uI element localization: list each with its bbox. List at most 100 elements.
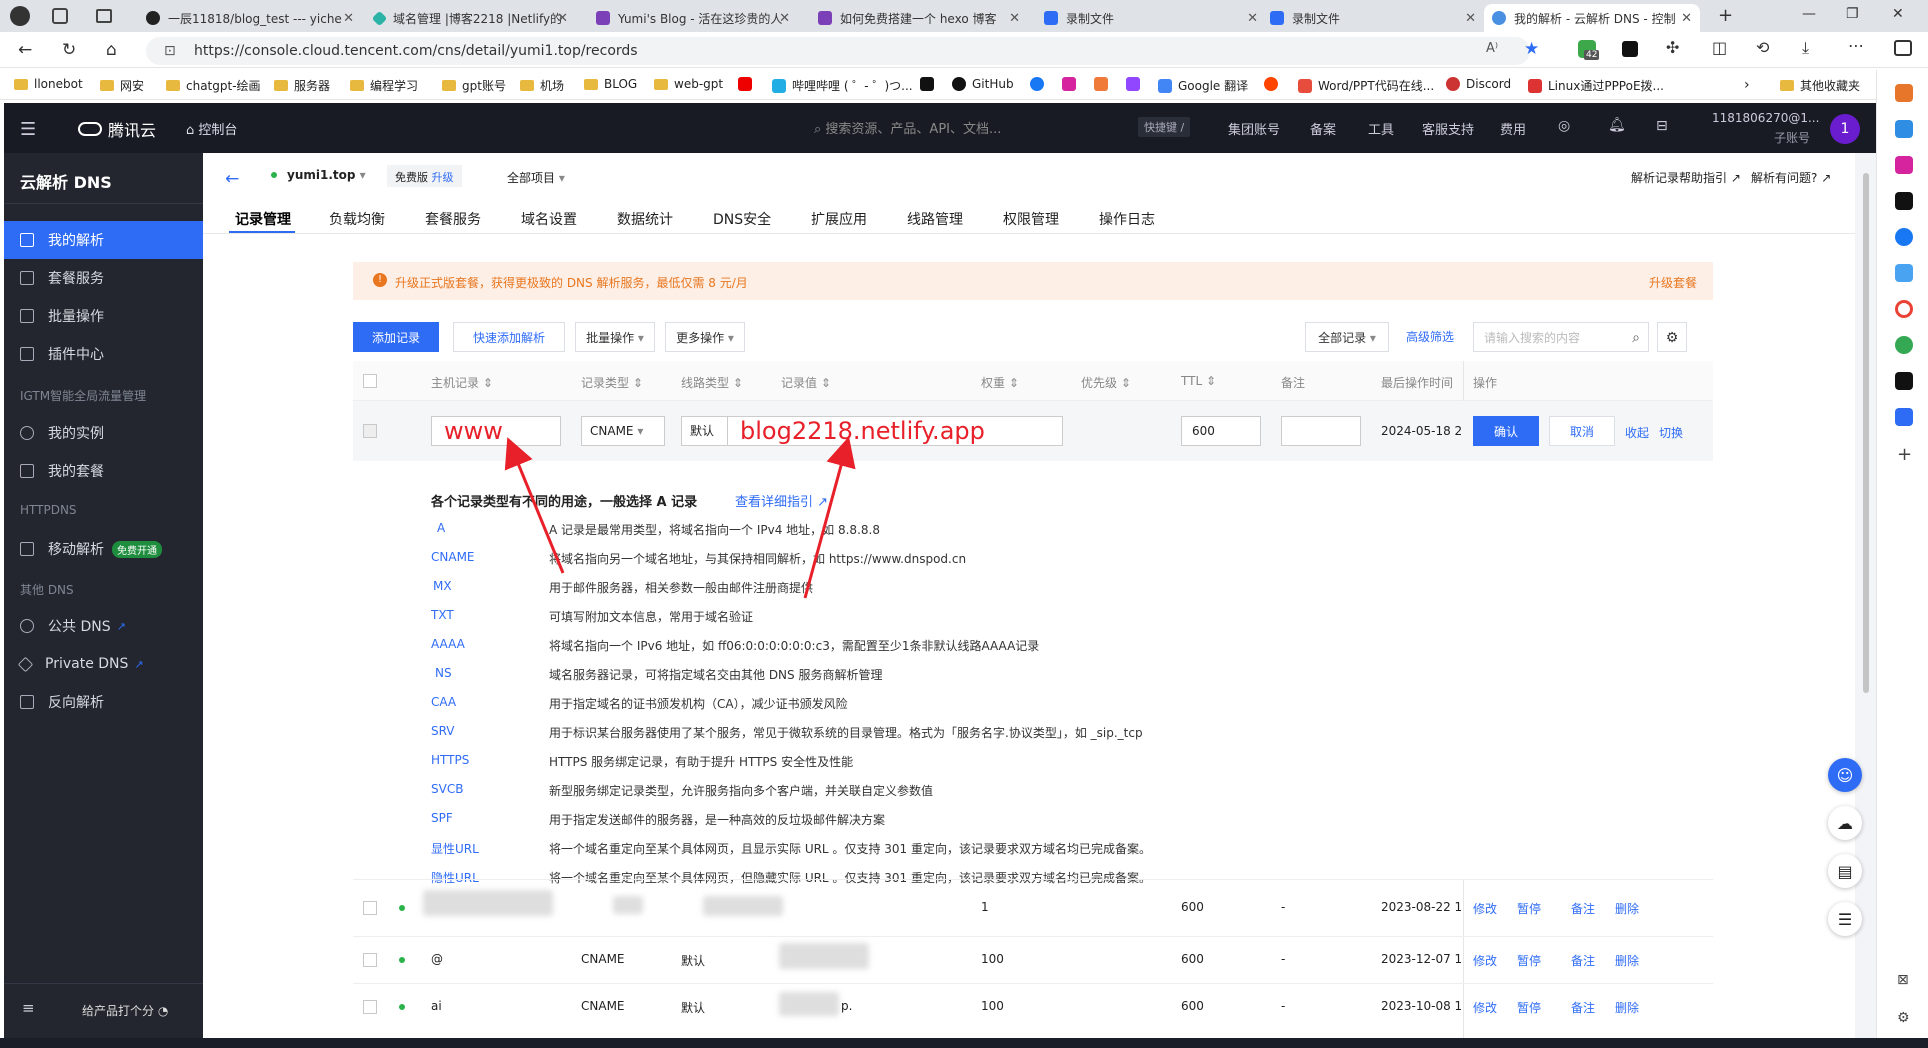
bookmark-bilibili[interactable]: 哔哩哔哩 ( ゜- ゜)つ... xyxy=(772,77,913,94)
browser-tab[interactable]: 录制文件 ✕ xyxy=(1036,4,1266,32)
sidebar-item-my-packages[interactable]: 我的套餐 xyxy=(4,452,203,490)
bookmark-discord[interactable]: Discord xyxy=(1446,77,1511,91)
sidebar-toggle-icon[interactable] xyxy=(1894,40,1912,56)
close-icon[interactable]: ✕ xyxy=(779,11,790,26)
google-icon[interactable] xyxy=(1895,300,1913,318)
account-id[interactable]: 1181806270@1... xyxy=(1712,111,1819,125)
extensions-icon[interactable]: ✣ xyxy=(1666,38,1679,57)
bookmark-x[interactable] xyxy=(920,77,940,91)
browser-profile-icon[interactable] xyxy=(10,6,30,26)
restore-icon[interactable]: ❐ xyxy=(1846,6,1859,22)
reload-icon[interactable]: ↻ xyxy=(62,40,76,60)
bookmark-folder[interactable]: chatgpt-绘画 xyxy=(166,77,261,94)
minimize-icon[interactable]: — xyxy=(1802,6,1816,22)
sidebar-item-packages[interactable]: 套餐服务 xyxy=(4,259,203,297)
hide-sidebar-icon[interactable]: ⊠ xyxy=(1897,972,1909,988)
bookmark-folder[interactable]: 编程学习 xyxy=(350,77,418,94)
workspaces-icon[interactable] xyxy=(52,8,68,24)
feedback-link[interactable]: 给产品打个分 ◔ xyxy=(82,1002,168,1019)
sidebar-item-mobile-dns[interactable]: 移动解析 免费开通 xyxy=(4,530,203,568)
bell-icon[interactable]: 🔔︎ xyxy=(1608,117,1626,133)
brand-logo[interactable]: 腾讯云 xyxy=(78,117,156,141)
bookmark-folder-other[interactable]: 其他收藏夹 xyxy=(1780,77,1860,94)
history-icon[interactable]: ⟲ xyxy=(1756,38,1769,57)
sidebar-item-instances[interactable]: 我的实例 xyxy=(4,414,203,452)
browser-tab[interactable]: Yumi's Blog - 活在这珍贵的人 ✕ xyxy=(588,4,798,32)
bookmark-google-translate[interactable]: Google 翻译 xyxy=(1158,77,1248,94)
console-link[interactable]: ⌂ 控制台 xyxy=(186,119,237,138)
nav-billing[interactable]: 费用 xyxy=(1500,119,1526,138)
pause-link[interactable]: 暂停 xyxy=(1517,952,1541,969)
telegram-icon[interactable] xyxy=(1895,120,1913,138)
tiktok-icon[interactable] xyxy=(1895,192,1913,210)
bookmark-folder[interactable]: web-gpt xyxy=(654,77,723,91)
avatar[interactable]: 1 xyxy=(1830,114,1860,144)
close-icon[interactable]: ✕ xyxy=(1681,11,1692,26)
briefcase-icon[interactable] xyxy=(1895,84,1913,102)
bookmark-facebook[interactable] xyxy=(1030,77,1050,91)
window-close-icon[interactable]: ✕ xyxy=(1892,6,1904,22)
bookmark-twitch[interactable] xyxy=(1126,77,1146,91)
close-icon[interactable]: ✕ xyxy=(1465,11,1476,26)
nav-beian[interactable]: 备案 xyxy=(1310,119,1336,138)
translate-icon[interactable] xyxy=(1895,408,1913,426)
favorite-star-icon[interactable]: ★ xyxy=(1524,39,1539,59)
docs-book-icon[interactable]: ▤ xyxy=(1828,854,1862,888)
close-icon[interactable]: ✕ xyxy=(1009,11,1020,26)
sidebar-settings-icon[interactable]: ⚙ xyxy=(1897,1010,1910,1026)
extension-icon[interactable] xyxy=(1622,41,1638,57)
sidebar-item-private-dns[interactable]: Private DNS ↗ xyxy=(4,645,203,683)
row-checkbox[interactable] xyxy=(363,1000,377,1014)
browser-tab[interactable]: 如何免费搭建一个 hexo 博客 ✕ xyxy=(810,4,1028,32)
sidebar-item-reverse-dns[interactable]: 反向解析 xyxy=(4,683,203,721)
cloud-assistant-icon[interactable]: ☁ xyxy=(1828,806,1862,840)
bookmark-folder[interactable]: 服务器 xyxy=(274,77,330,94)
note-link[interactable]: 备注 xyxy=(1571,900,1595,917)
tab-actions-icon[interactable] xyxy=(96,9,112,23)
instagram-icon[interactable] xyxy=(1895,156,1913,174)
row-checkbox[interactable] xyxy=(363,901,377,915)
bookmark-site[interactable] xyxy=(1094,77,1114,91)
note-link[interactable]: 备注 xyxy=(1571,999,1595,1016)
chat-support-icon[interactable]: ☺ xyxy=(1828,758,1862,792)
split-screen-icon[interactable]: ◫ xyxy=(1712,38,1727,57)
back-icon[interactable]: ← xyxy=(18,40,32,60)
close-icon[interactable]: ✕ xyxy=(557,11,568,26)
new-tab-icon[interactable]: + xyxy=(1718,5,1733,26)
cloud-drive-icon[interactable] xyxy=(1895,264,1913,282)
bookmark-folder[interactable]: gpt账号 xyxy=(442,77,506,94)
delete-link[interactable]: 删除 xyxy=(1615,952,1639,969)
menu-icon[interactable]: ☰ xyxy=(20,119,36,140)
briefcase-icon[interactable]: ⊟ xyxy=(1656,118,1668,134)
read-aloud-icon[interactable]: A⁾ xyxy=(1486,41,1498,56)
bookmark-word-ppt[interactable]: Word/PPT代码在线... xyxy=(1298,77,1434,94)
bookmark-folder[interactable]: 网安 xyxy=(100,77,144,94)
note-link[interactable]: 备注 xyxy=(1571,952,1595,969)
site-info-icon[interactable]: ⊡ xyxy=(164,37,176,65)
bookmark-folder[interactable]: 机场 xyxy=(520,77,564,94)
nav-tools[interactable]: 工具 xyxy=(1368,119,1394,138)
header-search[interactable]: ⌕ 搜索资源、产品、API、文档... xyxy=(814,118,1001,137)
bookmark-reddit[interactable] xyxy=(1264,77,1284,91)
bookmark-linux[interactable]: Linux通过PPPoE拨... xyxy=(1528,77,1664,94)
delete-link[interactable]: 删除 xyxy=(1615,999,1639,1016)
browser-tab[interactable]: 一辰11818/blog_test --- yiche ✕ xyxy=(138,4,362,32)
row-checkbox[interactable] xyxy=(363,953,377,967)
extension-icon[interactable]: 42 xyxy=(1578,40,1600,60)
edit-link[interactable]: 修改 xyxy=(1473,999,1497,1016)
browser-tab-active[interactable]: 我的解析 - 云解析 DNS - 控制 ✕ xyxy=(1484,4,1700,32)
nav-group-account[interactable]: 集团账号 xyxy=(1228,119,1280,138)
pause-link[interactable]: 暂停 xyxy=(1517,900,1541,917)
edit-link[interactable]: 修改 xyxy=(1473,952,1497,969)
browser-tab[interactable]: 域名管理 |博客2218 |Netlify的 ✕ xyxy=(366,4,576,32)
bookmarks-overflow-icon[interactable]: › xyxy=(1744,77,1750,93)
url-field[interactable]: ⊡ https://console.cloud.tencent.com/cns/d… xyxy=(146,37,1530,65)
compass-icon[interactable]: ◎ xyxy=(1558,118,1570,134)
bookmark-instagram[interactable] xyxy=(1062,77,1082,91)
app-icon[interactable] xyxy=(1895,372,1913,390)
bookmark-folder[interactable]: BLOG xyxy=(584,77,637,91)
edit-link[interactable]: 修改 xyxy=(1473,900,1497,917)
chrome-icon[interactable] xyxy=(1895,336,1913,354)
download-icon[interactable]: ⤓ xyxy=(1802,38,1809,58)
delete-link[interactable]: 删除 xyxy=(1615,900,1639,917)
